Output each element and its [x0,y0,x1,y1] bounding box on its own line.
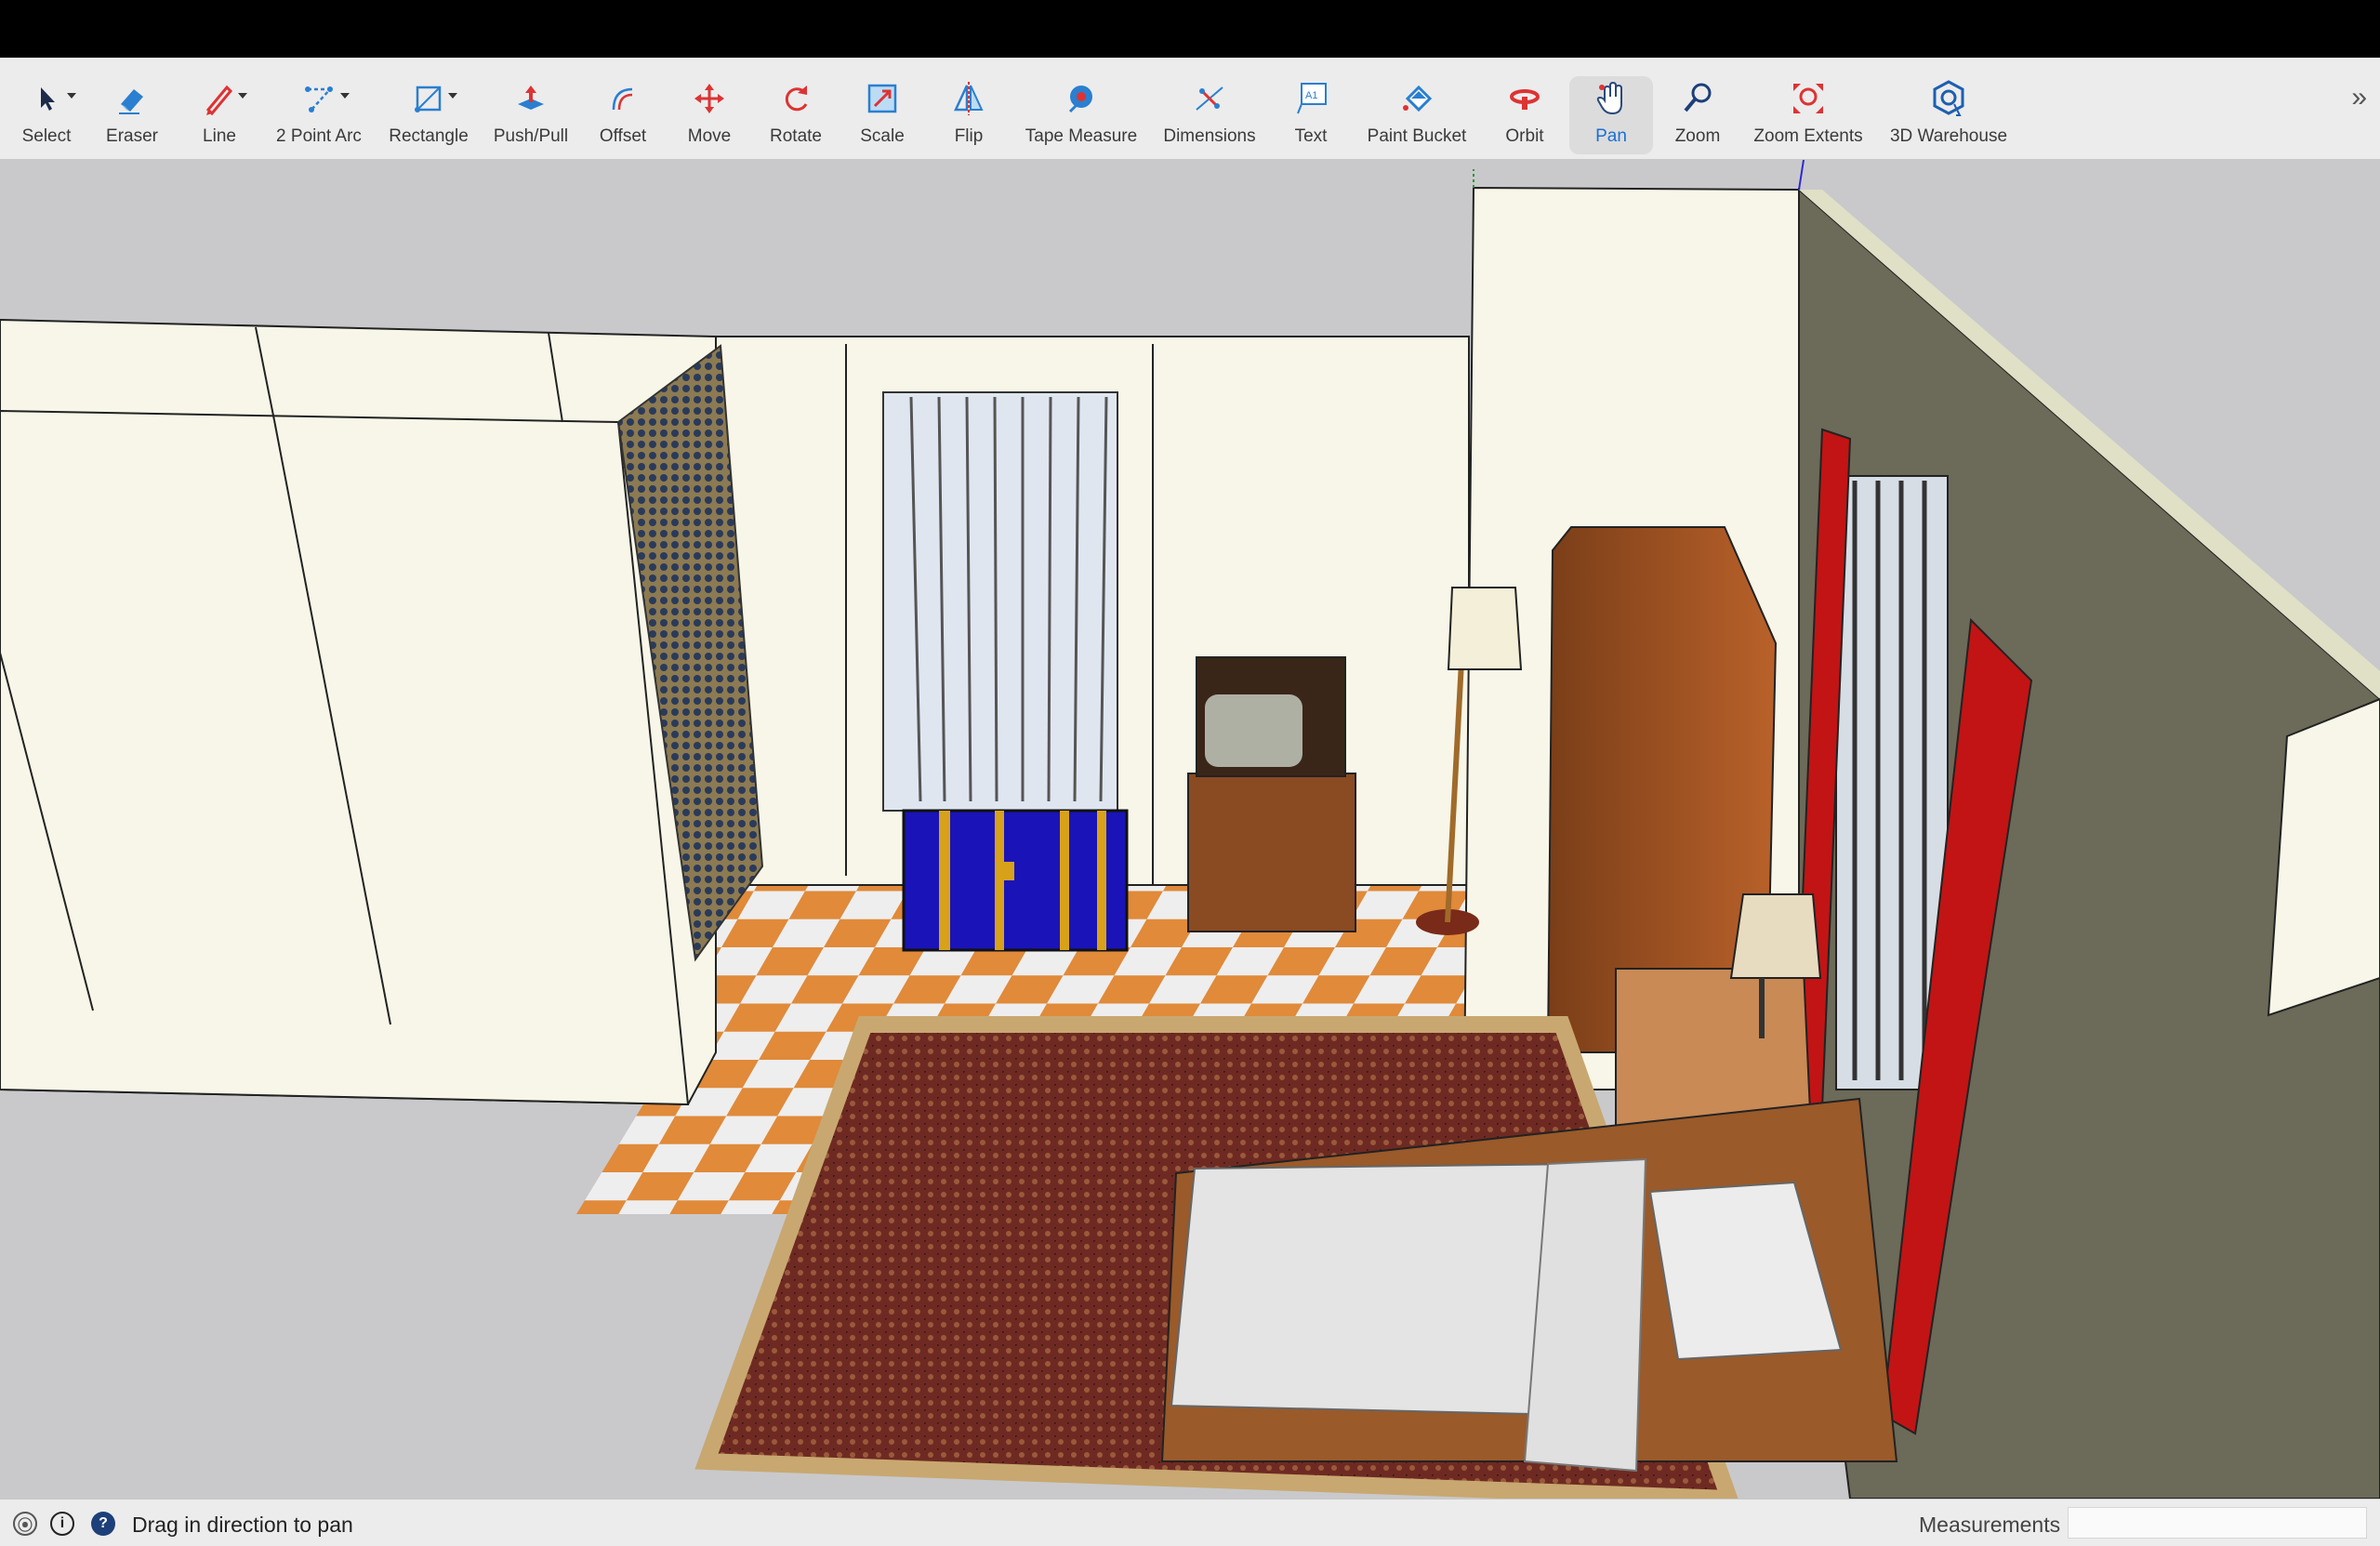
tape-measure-icon [1061,78,1102,119]
tv-stand [1187,773,1356,932]
tool-label: 3D Warehouse [1889,126,2008,146]
zoom-icon [1677,78,1718,119]
tool-label: Eraser [106,126,158,146]
paint-bucket-icon [1396,78,1437,119]
tool-label: Text [1294,126,1328,146]
move-icon [689,78,730,119]
geo-location-icon[interactable]: ⦿ [13,1512,37,1536]
orbit-tool-button[interactable]: Orbit [1488,58,1562,160]
3d-warehouse-tool-button[interactable]: 3D Warehouse [1884,58,2014,160]
zoom-tool-button[interactable]: Zoom [1660,58,1735,160]
credits-icon[interactable]: i [50,1512,74,1536]
measurements-label: Measurements [1919,1513,2061,1537]
paint-bucket-tool-button[interactable]: Paint Bucket [1361,58,1473,160]
flip-tool-button[interactable]: Flip [932,58,1006,160]
select-tool-button[interactable]: Select [9,58,84,160]
main-toolbar: Select Eraser Line 2 Point Arc Rectangle… [0,58,2380,160]
tape-measure-tool-button[interactable]: Tape Measure [1021,58,1142,160]
arc-icon [298,78,339,119]
scale-icon [862,78,903,119]
push-pull-icon [510,78,551,119]
arc-dropdown-caret[interactable] [340,93,350,99]
measurements-input[interactable] [2068,1507,2367,1539]
arc-tool-button[interactable]: 2 Point Arc [270,58,368,160]
text-icon: A1 [1290,78,1331,119]
text-tool-button[interactable]: A1 Text [1274,58,1348,160]
tool-label: Dimensions [1163,126,1256,146]
tool-label: Zoom Extents [1753,126,1863,146]
tool-label: Zoom [1674,126,1721,146]
pan-hand-icon [1591,78,1632,119]
status-bar: ⦿ i ? Drag in direction to pan Measureme… [0,1499,2380,1546]
orbit-icon [1504,78,1545,119]
floor-lamp-shade [1447,587,1523,670]
rotate-tool-button[interactable]: Rotate [759,58,833,160]
tool-label: Scale [860,126,905,146]
tool-label: Orbit [1505,126,1544,146]
zoom-extents-tool-button[interactable]: Zoom Extents [1748,58,1869,160]
bedroom-model-render [0,160,2380,1499]
blue-chest [902,809,1129,952]
tool-label: Move [687,126,732,146]
line-tool-button[interactable]: Line [182,58,257,160]
svg-text:A1: A1 [1305,90,1317,101]
bed-blanket [1170,1162,1582,1417]
flip-icon [948,78,989,119]
rectangle-icon [408,78,449,119]
pencil-line-icon [199,78,240,119]
3d-model-viewport[interactable] [0,160,2380,1499]
tool-label: Pan [1595,126,1627,146]
tool-label: Rotate [770,126,822,146]
table-lamp-shade [1729,893,1822,979]
line-dropdown-caret[interactable] [238,93,247,99]
offset-icon [602,78,643,119]
move-tool-button[interactable]: Move [672,58,747,160]
tool-label: Select [21,126,72,146]
tool-label: Push/Pull [493,126,569,146]
3d-warehouse-icon [1928,78,1969,119]
tool-label: Offset [599,126,647,146]
tool-label: 2 Point Arc [276,126,362,146]
select-arrow-icon [26,78,67,119]
dimensions-icon [1189,78,1230,119]
tool-label: Rectangle [389,126,469,146]
eraser-tool-button[interactable]: Eraser [95,58,169,160]
rectangle-tool-button[interactable]: Rectangle [385,58,472,160]
eraser-icon [112,78,152,119]
status-hint-text: Drag in direction to pan [132,1513,353,1537]
push-pull-tool-button[interactable]: Push/Pull [487,58,575,160]
chevron-double-right-icon[interactable]: » [2351,82,2367,113]
tool-label: Line [203,126,236,146]
tool-label: Paint Bucket [1367,126,1467,146]
window-title-bar [0,0,2380,58]
pan-tool-button[interactable]: Pan [1574,58,1648,160]
offset-tool-button[interactable]: Offset [586,58,660,160]
help-icon[interactable]: ? [91,1512,115,1536]
tool-label: Flip [954,126,984,146]
rectangle-dropdown-caret[interactable] [448,93,457,99]
dimensions-tool-button[interactable]: Dimensions [1158,58,1261,160]
tool-label: Tape Measure [1025,126,1138,146]
zoom-extents-icon [1788,78,1829,119]
rotate-icon [775,78,816,119]
scale-tool-button[interactable]: Scale [845,58,919,160]
select-dropdown-caret[interactable] [67,93,76,99]
